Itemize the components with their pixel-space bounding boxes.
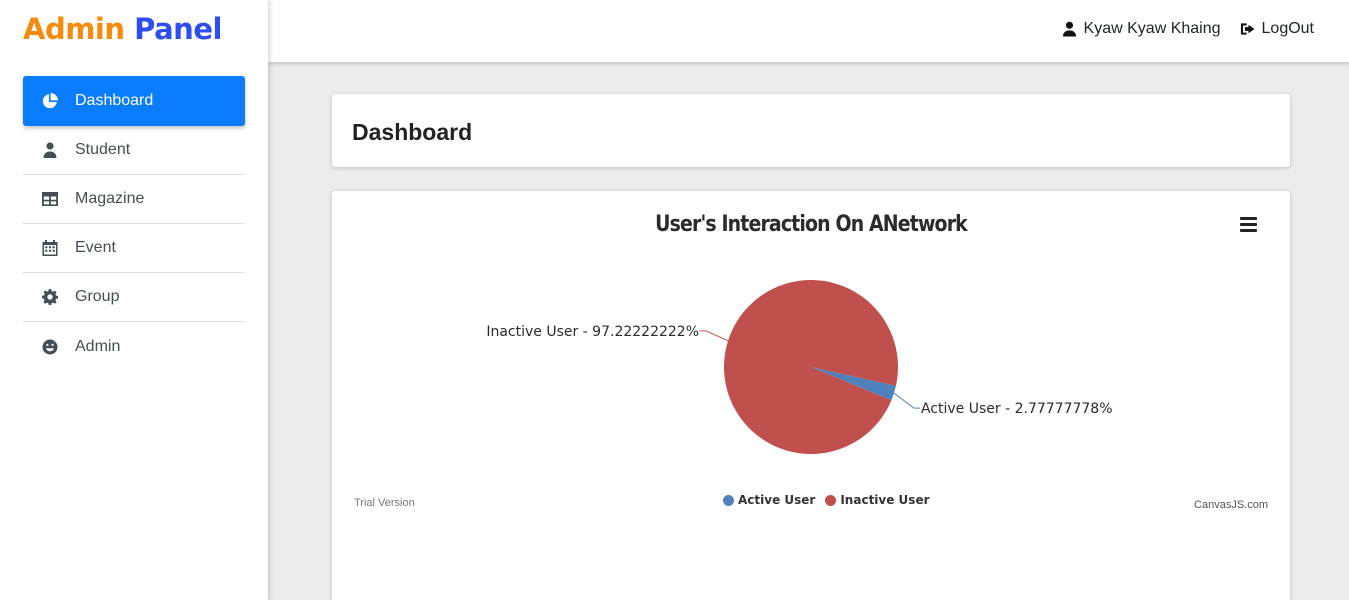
table-icon <box>41 190 59 208</box>
logout-label: LogOut <box>1261 20 1314 37</box>
user-icon <box>41 141 59 159</box>
smile-icon <box>41 338 59 356</box>
page-title: Dashboard <box>352 119 473 145</box>
sidebar-item-group[interactable]: Group <box>23 273 245 322</box>
sidebar-item-label: Admin <box>75 337 121 355</box>
sidebar-item-magazine[interactable]: Magazine <box>23 175 245 224</box>
user-name[interactable]: Kyaw Kyaw Khaing <box>1084 20 1221 38</box>
sidebar-item-student[interactable]: Student <box>23 126 245 175</box>
legend-marker <box>825 494 837 506</box>
sidebar: Admin Panel Dashboard Student Magazine E… <box>0 0 268 600</box>
chart-legend: Active User Inactive User <box>723 493 940 507</box>
pie-chart: Active User - 2.77777778% Inactive User -… <box>486 280 1113 455</box>
calendar-icon <box>41 239 59 257</box>
logout-link[interactable]: LogOut <box>1240 20 1314 38</box>
brand-part1: Admin <box>23 12 125 46</box>
legend-marker <box>723 494 734 506</box>
pie-slice-inactive-user[interactable] <box>723 280 898 455</box>
sign-out-icon <box>1240 21 1255 37</box>
trial-version-text: Trial Version <box>354 497 415 509</box>
pie-chart-icon <box>41 92 59 110</box>
legend-item-active[interactable]: Active User <box>723 493 815 507</box>
legend-label: Inactive User <box>840 493 930 507</box>
top-navbar: Kyaw Kyaw Khaing LogOut <box>268 0 1349 62</box>
user-icon <box>1062 21 1077 37</box>
sidebar-item-label: Group <box>75 288 120 305</box>
sidebar-nav: Dashboard Student Magazine Event Group A… <box>23 76 245 371</box>
brand-part2: Panel <box>134 12 222 46</box>
label-connector <box>700 330 729 342</box>
pie-data-label: Inactive User - 97.22222222% <box>486 324 699 340</box>
user-area: Kyaw Kyaw Khaing LogOut <box>1062 20 1314 38</box>
brand-logo[interactable]: Admin Panel <box>23 12 222 46</box>
sidebar-item-label: Student <box>75 141 131 158</box>
legend-item-inactive[interactable]: Inactive User <box>825 493 930 507</box>
pie-data-label: Active User - 2.77777778% <box>921 401 1113 417</box>
sidebar-item-label: Event <box>75 239 116 256</box>
sidebar-item-dashboard[interactable]: Dashboard <box>23 76 245 126</box>
sidebar-item-event[interactable]: Event <box>23 224 245 273</box>
label-connector <box>893 392 920 409</box>
sidebar-item-label: Magazine <box>75 190 145 207</box>
page-title-card: Dashboard <box>332 94 1290 167</box>
cog-icon <box>41 288 59 306</box>
sidebar-item-admin[interactable]: Admin <box>23 322 245 371</box>
sidebar-item-label: Dashboard <box>75 92 154 109</box>
chart-card: User's Interaction On ANetwork Active Us… <box>332 191 1290 600</box>
canvasjs-credit-link[interactable]: CanvasJS.com <box>1194 499 1268 511</box>
legend-label: Active User <box>738 493 816 507</box>
